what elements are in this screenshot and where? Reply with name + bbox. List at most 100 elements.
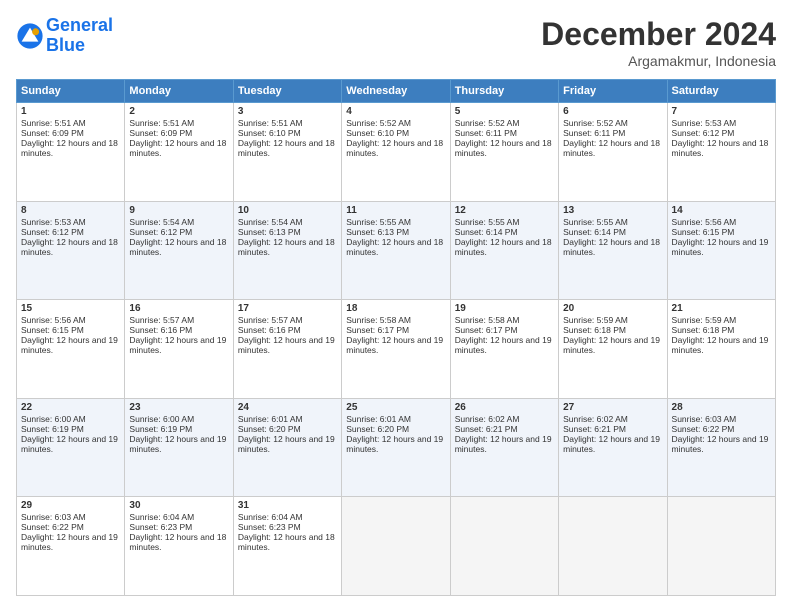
day-number: 22 — [21, 402, 120, 413]
calendar-week-2: 8 Sunrise: 5:53 AM Sunset: 6:12 PM Dayli… — [17, 201, 776, 300]
calendar-cell: 3 Sunrise: 5:51 AM Sunset: 6:10 PM Dayli… — [233, 103, 341, 202]
sunset-time: Sunset: 6:19 PM — [129, 424, 192, 434]
daylight-info: Daylight: 12 hours and 18 minutes. — [563, 138, 660, 158]
logo-icon — [16, 22, 44, 50]
sunrise-time: Sunrise: 5:53 AM — [672, 118, 737, 128]
sunset-time: Sunset: 6:09 PM — [129, 128, 192, 138]
calendar-cell: 25 Sunrise: 6:01 AM Sunset: 6:20 PM Dayl… — [342, 398, 450, 497]
day-number: 15 — [21, 303, 120, 314]
sunrise-time: Sunrise: 5:54 AM — [129, 217, 194, 227]
sunset-time: Sunset: 6:16 PM — [238, 325, 301, 335]
sunset-time: Sunset: 6:18 PM — [563, 325, 626, 335]
daylight-info: Daylight: 12 hours and 19 minutes. — [238, 434, 335, 454]
sunset-time: Sunset: 6:23 PM — [129, 522, 192, 532]
day-number: 14 — [672, 205, 771, 216]
calendar-cell: 9 Sunrise: 5:54 AM Sunset: 6:12 PM Dayli… — [125, 201, 233, 300]
sunset-time: Sunset: 6:17 PM — [346, 325, 409, 335]
calendar-cell: 27 Sunrise: 6:02 AM Sunset: 6:21 PM Dayl… — [559, 398, 667, 497]
sunset-time: Sunset: 6:14 PM — [455, 227, 518, 237]
calendar-cell: 21 Sunrise: 5:59 AM Sunset: 6:18 PM Dayl… — [667, 300, 775, 399]
sunset-time: Sunset: 6:12 PM — [129, 227, 192, 237]
month-year-title: December 2024 — [541, 16, 776, 53]
day-number: 12 — [455, 205, 554, 216]
sunrise-time: Sunrise: 5:55 AM — [346, 217, 411, 227]
sunset-time: Sunset: 6:22 PM — [672, 424, 735, 434]
sunrise-time: Sunrise: 6:04 AM — [238, 512, 303, 522]
daylight-info: Daylight: 12 hours and 18 minutes. — [563, 237, 660, 257]
sunset-time: Sunset: 6:18 PM — [672, 325, 735, 335]
calendar-header-row: Sunday Monday Tuesday Wednesday Thursday… — [17, 80, 776, 103]
sunrise-time: Sunrise: 5:58 AM — [455, 315, 520, 325]
day-number: 26 — [455, 402, 554, 413]
sunset-time: Sunset: 6:19 PM — [21, 424, 84, 434]
sunset-time: Sunset: 6:12 PM — [21, 227, 84, 237]
header: General Blue December 2024 Argamakmur, I… — [16, 16, 776, 69]
day-number: 8 — [21, 205, 120, 216]
daylight-info: Daylight: 12 hours and 19 minutes. — [563, 434, 660, 454]
calendar-cell: 15 Sunrise: 5:56 AM Sunset: 6:15 PM Dayl… — [17, 300, 125, 399]
sunrise-time: Sunrise: 5:59 AM — [563, 315, 628, 325]
calendar-cell: 26 Sunrise: 6:02 AM Sunset: 6:21 PM Dayl… — [450, 398, 558, 497]
day-number: 27 — [563, 402, 662, 413]
daylight-info: Daylight: 12 hours and 18 minutes. — [346, 138, 443, 158]
day-number: 24 — [238, 402, 337, 413]
sunset-time: Sunset: 6:13 PM — [238, 227, 301, 237]
day-number: 28 — [672, 402, 771, 413]
sunrise-time: Sunrise: 5:58 AM — [346, 315, 411, 325]
col-saturday: Saturday — [667, 80, 775, 103]
calendar-cell: 12 Sunrise: 5:55 AM Sunset: 6:14 PM Dayl… — [450, 201, 558, 300]
sunrise-time: Sunrise: 5:52 AM — [563, 118, 628, 128]
calendar-cell: 11 Sunrise: 5:55 AM Sunset: 6:13 PM Dayl… — [342, 201, 450, 300]
calendar-cell: 10 Sunrise: 5:54 AM Sunset: 6:13 PM Dayl… — [233, 201, 341, 300]
sunset-time: Sunset: 6:10 PM — [346, 128, 409, 138]
sunrise-time: Sunrise: 5:53 AM — [21, 217, 86, 227]
sunset-time: Sunset: 6:13 PM — [346, 227, 409, 237]
sunset-time: Sunset: 6:23 PM — [238, 522, 301, 532]
day-number: 31 — [238, 500, 337, 511]
daylight-info: Daylight: 12 hours and 18 minutes. — [346, 237, 443, 257]
sunrise-time: Sunrise: 5:54 AM — [238, 217, 303, 227]
sunset-time: Sunset: 6:11 PM — [563, 128, 625, 138]
sunrise-time: Sunrise: 5:52 AM — [455, 118, 520, 128]
day-number: 11 — [346, 205, 445, 216]
calendar-cell: 13 Sunrise: 5:55 AM Sunset: 6:14 PM Dayl… — [559, 201, 667, 300]
day-number: 19 — [455, 303, 554, 314]
sunset-time: Sunset: 6:22 PM — [21, 522, 84, 532]
col-tuesday: Tuesday — [233, 80, 341, 103]
sunrise-time: Sunrise: 6:02 AM — [563, 414, 628, 424]
sunset-time: Sunset: 6:20 PM — [346, 424, 409, 434]
day-number: 29 — [21, 500, 120, 511]
day-number: 25 — [346, 402, 445, 413]
calendar-cell — [342, 497, 450, 596]
calendar-table: Sunday Monday Tuesday Wednesday Thursday… — [16, 79, 776, 596]
day-number: 21 — [672, 303, 771, 314]
daylight-info: Daylight: 12 hours and 18 minutes. — [238, 237, 335, 257]
calendar-week-3: 15 Sunrise: 5:56 AM Sunset: 6:15 PM Dayl… — [17, 300, 776, 399]
sunrise-time: Sunrise: 6:03 AM — [21, 512, 86, 522]
day-number: 6 — [563, 106, 662, 117]
calendar-cell: 6 Sunrise: 5:52 AM Sunset: 6:11 PM Dayli… — [559, 103, 667, 202]
sunset-time: Sunset: 6:20 PM — [238, 424, 301, 434]
calendar-cell: 30 Sunrise: 6:04 AM Sunset: 6:23 PM Dayl… — [125, 497, 233, 596]
day-number: 1 — [21, 106, 120, 117]
calendar-cell: 23 Sunrise: 6:00 AM Sunset: 6:19 PM Dayl… — [125, 398, 233, 497]
daylight-info: Daylight: 12 hours and 18 minutes. — [672, 138, 769, 158]
calendar-cell: 17 Sunrise: 5:57 AM Sunset: 6:16 PM Dayl… — [233, 300, 341, 399]
col-monday: Monday — [125, 80, 233, 103]
daylight-info: Daylight: 12 hours and 19 minutes. — [672, 335, 769, 355]
col-thursday: Thursday — [450, 80, 558, 103]
calendar-cell: 22 Sunrise: 6:00 AM Sunset: 6:19 PM Dayl… — [17, 398, 125, 497]
col-friday: Friday — [559, 80, 667, 103]
calendar-cell: 31 Sunrise: 6:04 AM Sunset: 6:23 PM Dayl… — [233, 497, 341, 596]
calendar-cell: 24 Sunrise: 6:01 AM Sunset: 6:20 PM Dayl… — [233, 398, 341, 497]
day-number: 9 — [129, 205, 228, 216]
daylight-info: Daylight: 12 hours and 18 minutes. — [455, 138, 552, 158]
sunrise-time: Sunrise: 6:00 AM — [129, 414, 194, 424]
sunset-time: Sunset: 6:16 PM — [129, 325, 192, 335]
calendar-cell: 5 Sunrise: 5:52 AM Sunset: 6:11 PM Dayli… — [450, 103, 558, 202]
calendar-cell — [559, 497, 667, 596]
title-area: December 2024 Argamakmur, Indonesia — [541, 16, 776, 69]
logo: General Blue — [16, 16, 113, 56]
calendar-cell: 4 Sunrise: 5:52 AM Sunset: 6:10 PM Dayli… — [342, 103, 450, 202]
calendar-cell: 14 Sunrise: 5:56 AM Sunset: 6:15 PM Dayl… — [667, 201, 775, 300]
